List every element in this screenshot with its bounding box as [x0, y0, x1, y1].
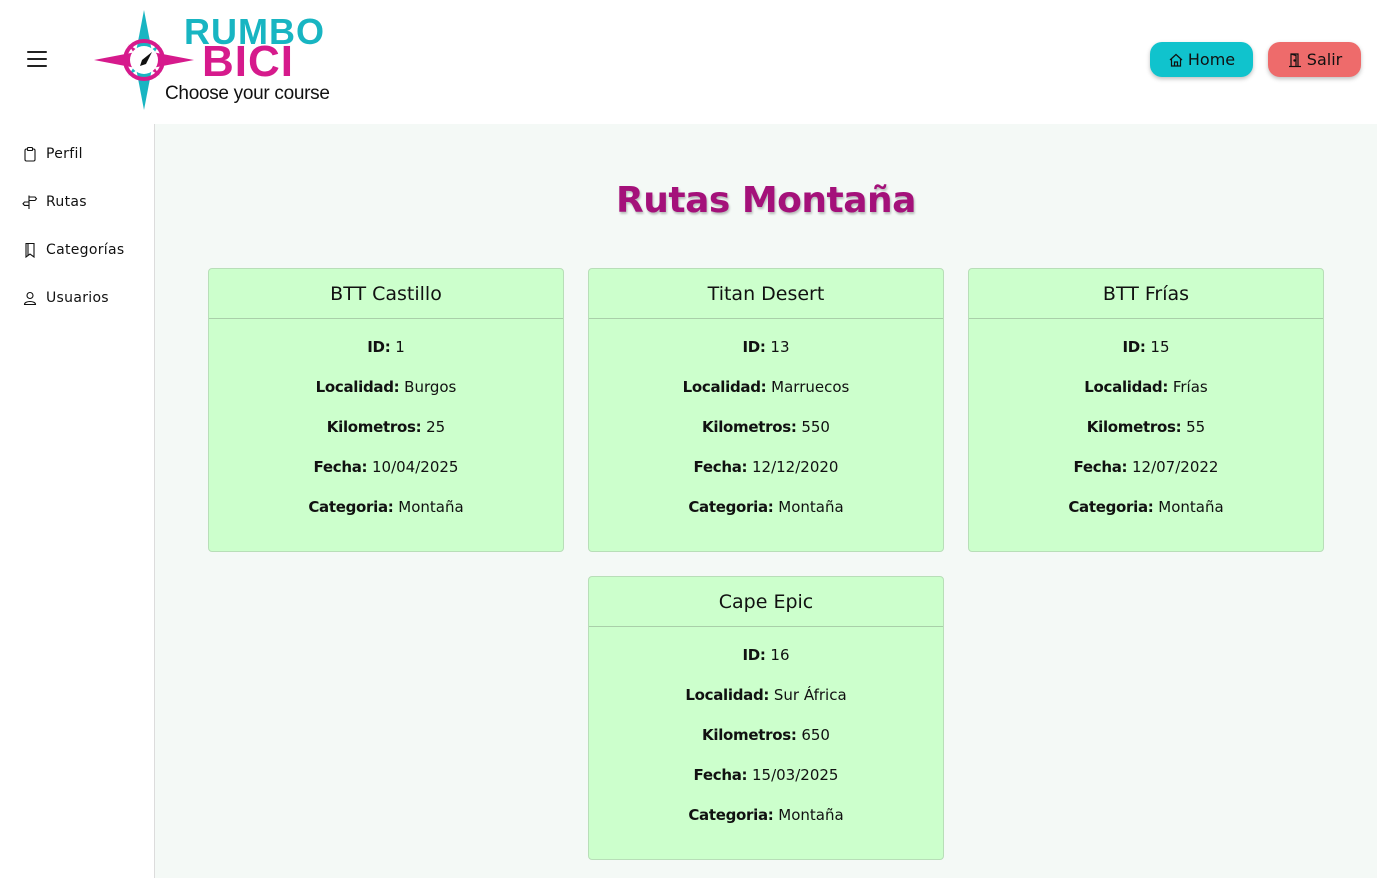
page-title: Rutas Montaña: [616, 180, 916, 221]
route-localidad-row: Localidad: Burgos: [209, 377, 563, 417]
route-fecha-value: 15/03/2025: [752, 766, 839, 784]
fecha-label: Fecha:: [693, 766, 748, 784]
id-label: ID:: [742, 646, 766, 664]
bookmark-icon: [25, 242, 35, 258]
kilometros-label: Kilometros:: [1086, 418, 1182, 436]
logo-tagline: Choose your course: [165, 83, 330, 104]
fecha-label: Fecha:: [1073, 458, 1128, 476]
route-id-value: 1: [395, 338, 405, 356]
route-card: Cape Epic ID: 16 Localidad: Sur África K…: [588, 576, 944, 860]
route-id-row: ID: 15: [969, 337, 1323, 377]
user-icon: [23, 291, 37, 306]
sidebar-item-label: Categorías: [46, 242, 125, 258]
id-label: ID:: [1122, 338, 1146, 356]
route-categoria-value: Montaña: [778, 498, 844, 516]
route-kilometros-value: 55: [1186, 418, 1206, 436]
fecha-label: Fecha:: [693, 458, 748, 476]
route-fecha-row: Fecha: 12/12/2020: [589, 457, 943, 497]
route-fecha-row: Fecha: 10/04/2025: [209, 457, 563, 497]
route-id-row: ID: 13: [589, 337, 943, 377]
route-id-value: 15: [1150, 338, 1170, 356]
clipboard-icon: [24, 146, 36, 162]
sidebar-item-perfil[interactable]: Perfil: [22, 146, 83, 162]
route-name: BTT Frías: [969, 269, 1323, 319]
route-categoria-value: Montaña: [1158, 498, 1224, 516]
route-categoria-value: Montaña: [398, 498, 464, 516]
kilometros-label: Kilometros:: [702, 726, 797, 744]
kilometros-label: Kilometros:: [326, 418, 422, 436]
salir-label: Salir: [1306, 50, 1343, 69]
route-localidad-value: Frías: [1172, 378, 1208, 396]
salir-button[interactable]: Salir: [1268, 42, 1361, 77]
header: RUMBO BICI Choose your course Home Salir: [0, 0, 1377, 124]
route-card: BTT Castillo ID: 1 Localidad: Burgos Kil…: [208, 268, 564, 552]
home-button[interactable]: Home: [1150, 42, 1253, 77]
fecha-label: Fecha:: [313, 458, 368, 476]
door-exit-icon: [1288, 52, 1301, 67]
categoria-label: Categoria:: [1068, 498, 1154, 516]
route-id-value: 16: [770, 646, 790, 664]
route-localidad-value: Marruecos: [771, 378, 850, 396]
route-name: Cape Epic: [589, 577, 943, 627]
localidad-label: Localidad:: [682, 378, 767, 396]
sidebar-item-categorias[interactable]: Categorías: [22, 242, 124, 258]
id-label: ID:: [742, 338, 766, 356]
route-kilometros-row: Kilometros: 25: [209, 417, 563, 457]
id-label: ID:: [367, 338, 391, 356]
route-id-value: 13: [770, 338, 790, 356]
route-localidad-value: Sur África: [773, 686, 847, 704]
route-card: BTT Frías ID: 15 Localidad: Frías Kilome…: [968, 268, 1324, 552]
route-localidad-row: Localidad: Sur África: [589, 685, 943, 725]
route-localidad-row: Localidad: Marruecos: [589, 377, 943, 417]
route-card: Titan Desert ID: 13 Localidad: Marruecos…: [588, 268, 944, 552]
logo[interactable]: RUMBO BICI Choose your course: [92, 8, 352, 112]
menu-icon[interactable]: [27, 51, 47, 69]
categoria-label: Categoria:: [308, 498, 394, 516]
sidebar-item-label: Rutas: [46, 194, 87, 210]
route-fecha-value: 12/07/2022: [1132, 458, 1219, 476]
localidad-label: Localidad:: [685, 686, 770, 704]
route-fecha-value: 12/12/2020: [752, 458, 839, 476]
route-name: Titan Desert: [589, 269, 943, 319]
sidebar: Perfil Rutas Categorías Usuarios: [0, 124, 155, 878]
kilometros-label: Kilometros:: [702, 418, 797, 436]
sidebar-item-rutas[interactable]: Rutas: [22, 194, 87, 210]
home-label: Home: [1187, 50, 1236, 69]
sidebar-item-label: Usuarios: [46, 290, 109, 306]
categoria-label: Categoria:: [688, 498, 774, 516]
route-categoria-row: Categoria: Montaña: [589, 805, 943, 845]
route-fecha-row: Fecha: 12/07/2022: [969, 457, 1323, 497]
localidad-label: Localidad:: [315, 378, 400, 396]
signpost-icon: [22, 195, 38, 209]
route-fecha-row: Fecha: 15/03/2025: [589, 765, 943, 805]
localidad-label: Localidad:: [1084, 378, 1169, 396]
categoria-label: Categoria:: [688, 806, 774, 824]
route-categoria-row: Categoria: Montaña: [209, 497, 563, 537]
route-id-row: ID: 1: [209, 337, 563, 377]
house-icon: [1169, 53, 1183, 67]
sidebar-item-label: Perfil: [46, 146, 83, 162]
route-categoria-row: Categoria: Montaña: [969, 497, 1323, 537]
route-categoria-value: Montaña: [778, 806, 844, 824]
route-kilometros-row: Kilometros: 650: [589, 725, 943, 765]
route-kilometros-value: 25: [426, 418, 446, 436]
route-kilometros-row: Kilometros: 550: [589, 417, 943, 457]
route-localidad-value: Burgos: [404, 378, 457, 396]
route-id-row: ID: 16: [589, 645, 943, 685]
route-fecha-value: 10/04/2025: [372, 458, 459, 476]
route-kilometros-value: 650: [801, 726, 830, 744]
sidebar-item-usuarios[interactable]: Usuarios: [22, 290, 109, 306]
logo-text-bici: BICI: [202, 37, 294, 86]
route-categoria-row: Categoria: Montaña: [589, 497, 943, 537]
route-name: BTT Castillo: [209, 269, 563, 319]
main-content: Rutas Montaña BTT Castillo ID: 1 Localid…: [155, 124, 1377, 878]
route-kilometros-row: Kilometros: 55: [969, 417, 1323, 457]
route-localidad-row: Localidad: Frías: [969, 377, 1323, 417]
route-kilometros-value: 550: [801, 418, 830, 436]
